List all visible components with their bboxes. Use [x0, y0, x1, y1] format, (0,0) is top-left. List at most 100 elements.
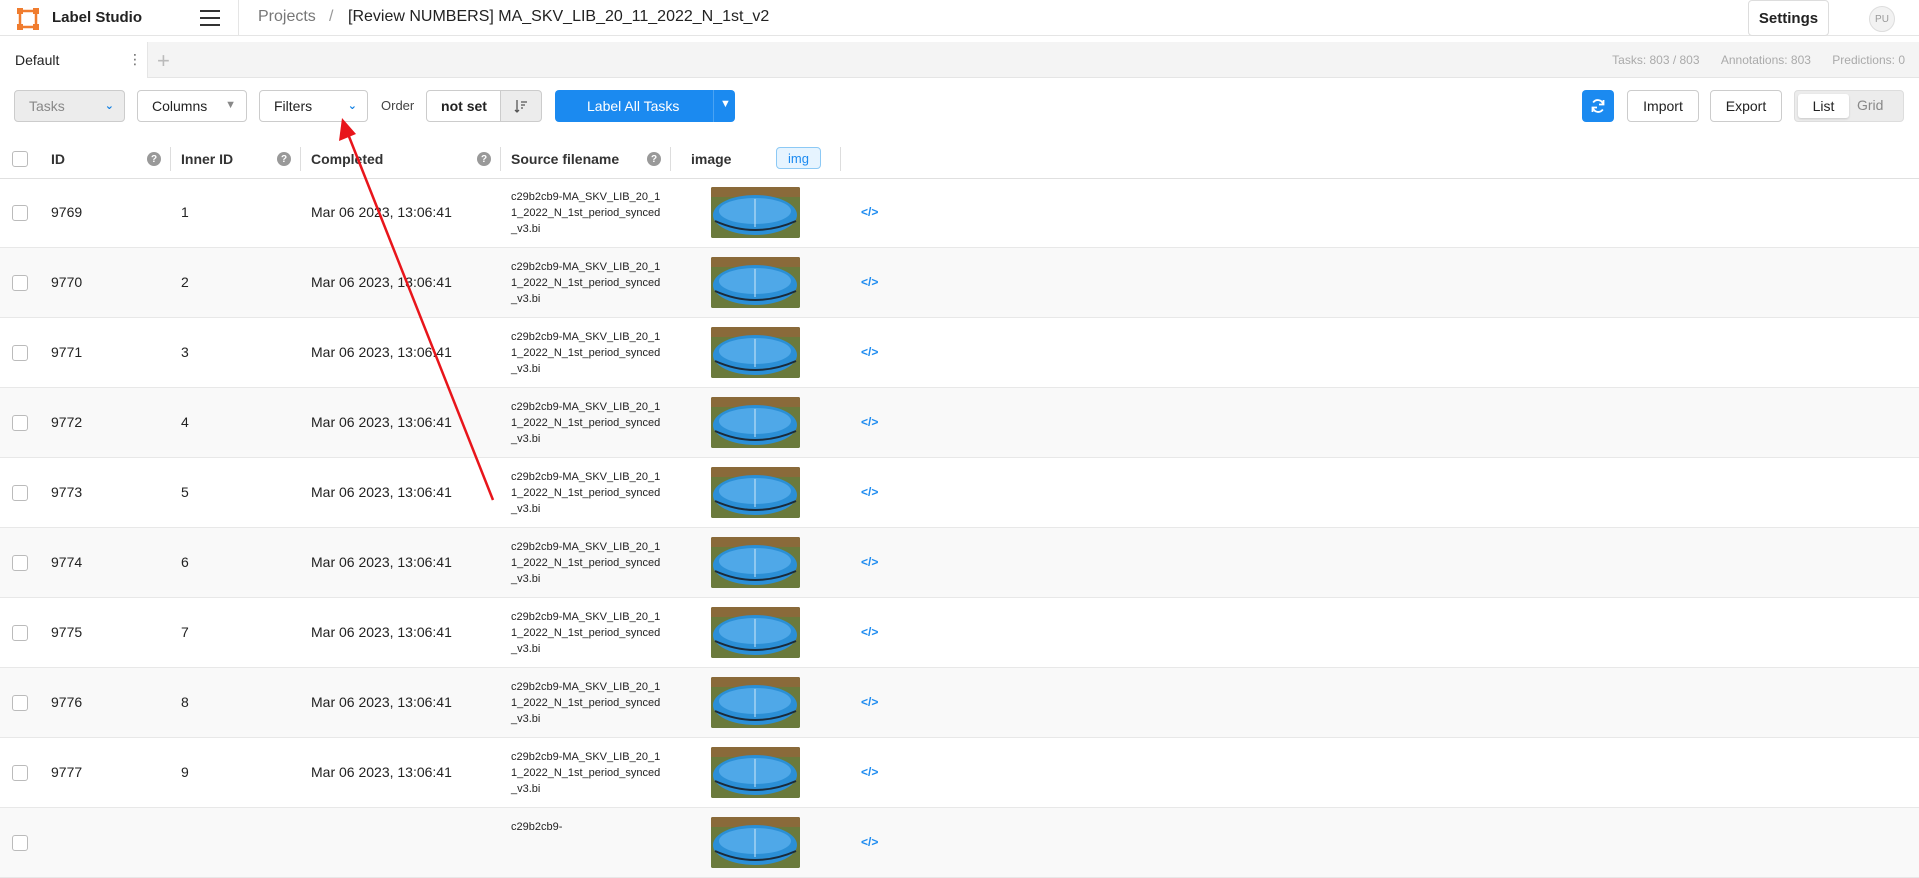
app-name: Label Studio [52, 9, 142, 26]
image-thumbnail[interactable] [711, 537, 800, 588]
project-stats: Tasks: 803 / 803 Annotations: 803 Predic… [1594, 53, 1905, 67]
sort-direction-button[interactable] [500, 90, 542, 122]
table-row[interactable]: 9773 5 Mar 06 2023, 13:06:41 c29b2cb9-MA_SK… [0, 458, 1919, 528]
help-icon[interactable]: ? [477, 152, 491, 166]
code-icon[interactable]: </> [861, 485, 878, 499]
table-row[interactable]: 9770 2 Mar 06 2023, 13:06:41 c29b2cb9-MA_SK… [0, 248, 1919, 318]
filters-button[interactable]: Filters ⌄ [259, 90, 368, 122]
column-header-source-filename[interactable]: Source filename [511, 151, 619, 167]
image-thumbnail[interactable] [711, 257, 800, 308]
image-thumbnail[interactable] [711, 817, 800, 868]
divider [238, 0, 239, 36]
image-thumbnail[interactable] [711, 187, 800, 238]
column-header-inner-id[interactable]: Inner ID [181, 151, 233, 167]
column-header-completed[interactable]: Completed [311, 151, 383, 167]
code-icon[interactable]: </> [861, 625, 878, 639]
tasks-dropdown[interactable]: Tasks ⌄ [14, 90, 125, 122]
row-checkbox[interactable] [12, 835, 28, 851]
cell-source-filename: c29b2cb9-MA_SKV_LIB_20_11_2022_N_1st_per… [511, 261, 661, 305]
caret-down-icon[interactable]: ▼ [720, 98, 731, 110]
columns-dropdown[interactable]: Columns ▼ [137, 90, 247, 122]
column-resizer[interactable] [670, 147, 671, 171]
table-row[interactable]: 9775 7 Mar 06 2023, 13:06:41 c29b2cb9-MA_SK… [0, 598, 1919, 668]
column-type-tag: img [776, 147, 821, 169]
cell-completed: Mar 06 2023, 13:06:41 [311, 414, 452, 430]
code-icon[interactable]: </> [861, 555, 878, 569]
refresh-button[interactable] [1582, 90, 1614, 122]
order-select[interactable]: not set [426, 90, 502, 122]
avatar[interactable]: PU [1869, 6, 1895, 32]
row-checkbox[interactable] [12, 555, 28, 571]
row-checkbox[interactable] [12, 625, 28, 641]
table-row[interactable]: c29b2cb9- </> [0, 808, 1919, 878]
image-thumbnail[interactable] [711, 397, 800, 448]
refresh-icon [1591, 99, 1605, 113]
import-button[interactable]: Import [1627, 90, 1699, 122]
tasks-count: Tasks: 803 / 803 [1612, 53, 1700, 67]
cell-source-filename: c29b2cb9-MA_SKV_LIB_20_11_2022_N_1st_per… [511, 751, 661, 795]
view-grid-button[interactable]: Grid [1857, 97, 1883, 113]
table-row[interactable]: 9769 1 Mar 06 2023, 13:06:41 c29b2cb9-MA_SK… [0, 178, 1919, 248]
label-all-tasks-button[interactable]: Label All Tasks ▼ [555, 90, 735, 122]
code-icon[interactable]: </> [861, 205, 878, 219]
add-tab-icon[interactable]: + [157, 48, 170, 74]
code-icon[interactable]: </> [861, 345, 878, 359]
column-resizer[interactable] [500, 147, 501, 171]
help-icon[interactable]: ? [147, 152, 161, 166]
table-row[interactable]: 9777 9 Mar 06 2023, 13:06:41 c29b2cb9-MA_SK… [0, 738, 1919, 808]
select-all-checkbox[interactable] [12, 151, 28, 167]
label-studio-logo-icon[interactable] [17, 8, 39, 30]
cell-inner-id: 5 [181, 484, 189, 500]
filters-button-label: Filters [274, 98, 313, 114]
tab-menu-icon[interactable]: ⋮ [128, 51, 142, 68]
cell-completed: Mar 06 2023, 13:06:41 [311, 764, 452, 780]
row-checkbox[interactable] [12, 765, 28, 781]
cell-id: 9773 [51, 484, 83, 500]
code-icon[interactable]: </> [861, 415, 878, 429]
column-resizer[interactable] [170, 147, 171, 171]
image-thumbnail[interactable] [711, 747, 800, 798]
row-checkbox[interactable] [12, 205, 28, 221]
row-checkbox[interactable] [12, 485, 28, 501]
cell-source-filename: c29b2cb9-MA_SKV_LIB_20_11_2022_N_1st_per… [511, 471, 661, 515]
column-header-image[interactable]: image [691, 151, 731, 167]
cell-completed: Mar 06 2023, 13:06:41 [311, 624, 452, 640]
export-button[interactable]: Export [1710, 90, 1782, 122]
cell-inner-id: 1 [181, 204, 189, 220]
cell-id: 9775 [51, 624, 83, 640]
hamburger-icon[interactable] [200, 10, 220, 26]
cell-inner-id: 9 [181, 764, 189, 780]
column-resizer[interactable] [300, 147, 301, 171]
table-row[interactable]: 9771 3 Mar 06 2023, 13:06:41 c29b2cb9-MA_SK… [0, 318, 1919, 388]
view-list-button[interactable]: List [1798, 94, 1849, 118]
cell-completed: Mar 06 2023, 13:06:41 [311, 484, 452, 500]
image-thumbnail[interactable] [711, 467, 800, 518]
row-checkbox[interactable] [12, 275, 28, 291]
help-icon[interactable]: ? [647, 152, 661, 166]
cell-source-filename: c29b2cb9-MA_SKV_LIB_20_11_2022_N_1st_per… [511, 331, 661, 375]
row-checkbox[interactable] [12, 695, 28, 711]
label-all-tasks-label: Label All Tasks [587, 98, 680, 114]
image-thumbnail[interactable] [711, 677, 800, 728]
tab-default[interactable]: Default ⋮ [0, 42, 148, 78]
column-header-id[interactable]: ID [51, 151, 65, 167]
code-icon[interactable]: </> [861, 765, 878, 779]
column-resizer[interactable] [840, 147, 841, 171]
row-checkbox[interactable] [12, 415, 28, 431]
table-row[interactable]: 9776 8 Mar 06 2023, 13:06:41 c29b2cb9-MA_SK… [0, 668, 1919, 738]
sort-icon [514, 100, 527, 113]
breadcrumb-project-title: [Review NUMBERS] MA_SKV_LIB_20_11_2022_N… [348, 8, 770, 25]
code-icon[interactable]: </> [861, 275, 878, 289]
settings-button[interactable]: Settings [1748, 0, 1829, 36]
table-row[interactable]: 9772 4 Mar 06 2023, 13:06:41 c29b2cb9-MA_SK… [0, 388, 1919, 458]
code-icon[interactable]: </> [861, 835, 878, 849]
help-icon[interactable]: ? [277, 152, 291, 166]
table-row[interactable]: 9774 6 Mar 06 2023, 13:06:41 c29b2cb9-MA_SK… [0, 528, 1919, 598]
image-thumbnail[interactable] [711, 607, 800, 658]
image-thumbnail[interactable] [711, 327, 800, 378]
table-header: ID ? Inner ID ? Completed ? Source filen… [0, 139, 1919, 179]
row-checkbox[interactable] [12, 345, 28, 361]
breadcrumb-projects[interactable]: Projects [258, 8, 316, 26]
code-icon[interactable]: </> [861, 695, 878, 709]
cell-inner-id: 7 [181, 624, 189, 640]
